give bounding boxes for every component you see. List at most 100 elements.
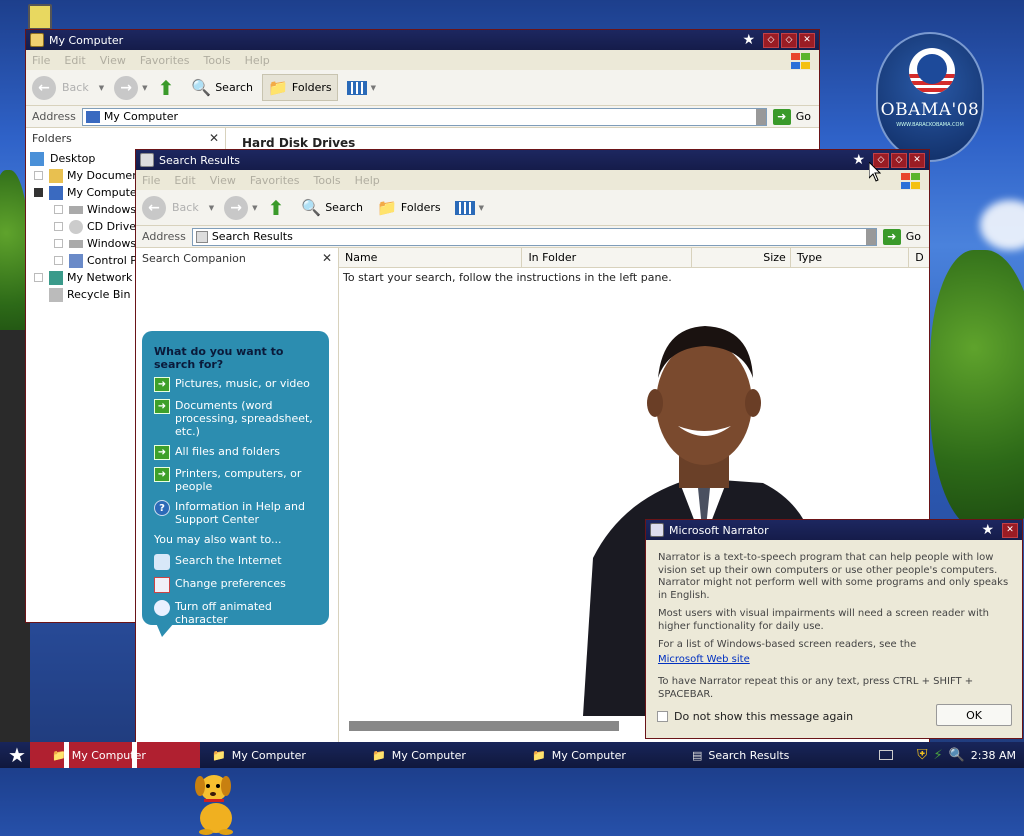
- views-button[interactable]: ▼: [450, 198, 495, 218]
- address-dropdown[interactable]: [755, 108, 766, 125]
- close-button[interactable]: ✕: [799, 32, 815, 48]
- search-results-icon: [140, 153, 154, 167]
- checkbox-box[interactable]: [657, 711, 668, 722]
- back-arrow-icon[interactable]: ←: [142, 195, 166, 220]
- task-my-computer-2[interactable]: 📁 My Computer: [204, 744, 354, 766]
- menu-favorites[interactable]: Favorites: [140, 54, 190, 67]
- narrator-icon: [650, 523, 664, 537]
- go-button[interactable]: ➜ Go: [772, 108, 811, 125]
- forward-arrow-icon[interactable]: →: [114, 75, 139, 100]
- views-button[interactable]: ▼: [342, 78, 387, 98]
- column-name[interactable]: Name: [339, 248, 523, 267]
- menu-file[interactable]: File: [32, 54, 50, 67]
- search-dog-icon[interactable]: [186, 766, 246, 836]
- close-button[interactable]: ✕: [909, 152, 925, 168]
- expander[interactable]: [54, 256, 63, 265]
- maximize-button[interactable]: ◇: [781, 32, 797, 48]
- address-dropdown[interactable]: [865, 228, 876, 245]
- expander[interactable]: [54, 222, 63, 231]
- option-all-files[interactable]: ➜ All files and folders: [154, 445, 319, 460]
- option-pictures[interactable]: ➜ Pictures, music, or video: [154, 377, 319, 392]
- narrator-paragraph-4: To have Narrator repeat this or any text…: [658, 676, 974, 700]
- address-input[interactable]: My Computer: [81, 107, 767, 126]
- star-icon[interactable]: ★: [852, 152, 865, 168]
- dont-show-checkbox[interactable]: Do not show this message again: [657, 710, 853, 723]
- expander[interactable]: [54, 239, 63, 248]
- title-bar[interactable]: Microsoft Narrator ★ ✕: [646, 520, 1022, 540]
- narrator-paragraph-3: For a list of Windows-based screen reade…: [658, 639, 917, 650]
- folders-button[interactable]: 📁 Folders: [261, 74, 338, 101]
- chevron-down-icon[interactable]: ▼: [99, 84, 104, 92]
- expander[interactable]: [34, 188, 43, 197]
- menu-edit[interactable]: Edit: [64, 54, 85, 67]
- close-icon[interactable]: ✕: [209, 131, 219, 145]
- option-label: Pictures, music, or video: [175, 377, 310, 390]
- microsoft-web-site-link[interactable]: Microsoft Web site: [658, 654, 750, 665]
- search-button[interactable]: 🔍 Search: [186, 75, 258, 100]
- back-label[interactable]: Back: [172, 201, 199, 214]
- column-type[interactable]: Type: [791, 248, 910, 267]
- option-animated-character[interactable]: Turn off animated character: [154, 600, 319, 626]
- maximize-button[interactable]: ◇: [891, 152, 907, 168]
- chevron-down-icon[interactable]: ▼: [252, 204, 257, 212]
- column-date[interactable]: D: [909, 248, 929, 267]
- forward-arrow-icon[interactable]: →: [224, 195, 249, 220]
- search-icon[interactable]: 🔍: [949, 748, 965, 763]
- close-icon[interactable]: ✕: [322, 251, 332, 265]
- expander[interactable]: [34, 171, 43, 180]
- search-button[interactable]: 🔍 Search: [296, 195, 368, 220]
- back-label[interactable]: Back: [62, 81, 89, 94]
- folder-icon: 📁: [267, 78, 288, 97]
- shield-icon[interactable]: ⛨: [917, 747, 928, 763]
- window-title: Search Results: [159, 153, 241, 167]
- horizontal-scrollbar[interactable]: [349, 721, 619, 731]
- chevron-down-icon[interactable]: ▼: [209, 204, 214, 212]
- up-folder-icon[interactable]: ⬆: [268, 196, 285, 220]
- title-bar[interactable]: My Computer ★ ◇ ◇ ✕: [26, 30, 819, 50]
- back-arrow-icon[interactable]: ←: [32, 75, 56, 100]
- expander[interactable]: [54, 205, 63, 214]
- option-help-center[interactable]: ? Information in Help and Support Center: [154, 500, 319, 526]
- column-in-folder[interactable]: In Folder: [522, 248, 693, 267]
- column-size[interactable]: Size: [692, 248, 791, 267]
- start-star-icon[interactable]: ★: [8, 743, 26, 767]
- up-folder-icon[interactable]: ⬆: [158, 76, 175, 100]
- views-icon: [346, 80, 367, 95]
- task-search-results[interactable]: ▤ Search Results: [684, 744, 834, 766]
- task-my-computer-3[interactable]: 📁 My Computer: [364, 744, 514, 766]
- option-documents[interactable]: ➜ Documents (word processing, spreadsheet…: [154, 399, 319, 438]
- address-bar: Address Search Results ➜ Go: [136, 226, 929, 248]
- chevron-down-icon[interactable]: ▼: [142, 84, 147, 92]
- go-button[interactable]: ➜ Go: [882, 228, 921, 245]
- star-icon[interactable]: ★: [742, 32, 755, 48]
- folders-button[interactable]: 📁 Folders: [372, 195, 446, 220]
- keyboard-icon[interactable]: [878, 750, 893, 760]
- option-preferences[interactable]: Change preferences: [154, 577, 319, 593]
- address-input[interactable]: Search Results: [191, 227, 877, 246]
- clock[interactable]: 2:38 AM: [971, 749, 1016, 762]
- network-icon[interactable]: ⚡: [933, 748, 942, 763]
- menu-file[interactable]: File: [142, 174, 160, 187]
- obama-logo-subtext: WWW.BARACKOBAMA.COM: [896, 122, 964, 128]
- narrator-paragraph-1: Narrator is a text-to-speech program tha…: [658, 552, 1009, 601]
- task-my-computer-1[interactable]: 📁 My Computer: [44, 744, 194, 766]
- option-search-internet[interactable]: Search the Internet: [154, 554, 319, 570]
- menu-help[interactable]: Help: [355, 174, 380, 187]
- menu-edit[interactable]: Edit: [174, 174, 195, 187]
- network-icon: [49, 270, 63, 285]
- expander[interactable]: [34, 273, 43, 282]
- menu-view[interactable]: View: [100, 54, 126, 67]
- menu-favorites[interactable]: Favorites: [250, 174, 300, 187]
- minimize-button[interactable]: ◇: [763, 32, 779, 48]
- menu-help[interactable]: Help: [245, 54, 270, 67]
- menu-view[interactable]: View: [210, 174, 236, 187]
- desktop-shortcut-icon[interactable]: [28, 4, 52, 30]
- title-bar[interactable]: Search Results ★ ◇ ◇ ✕: [136, 150, 929, 170]
- menu-tools[interactable]: Tools: [314, 174, 341, 187]
- menu-tools[interactable]: Tools: [204, 54, 231, 67]
- star-icon[interactable]: ★: [981, 522, 994, 538]
- task-my-computer-4[interactable]: 📁 My Computer: [524, 744, 674, 766]
- ok-button[interactable]: OK: [936, 704, 1012, 726]
- close-button[interactable]: ✕: [1002, 522, 1018, 538]
- option-printers[interactable]: ➜ Printers, computers, or people: [154, 467, 319, 493]
